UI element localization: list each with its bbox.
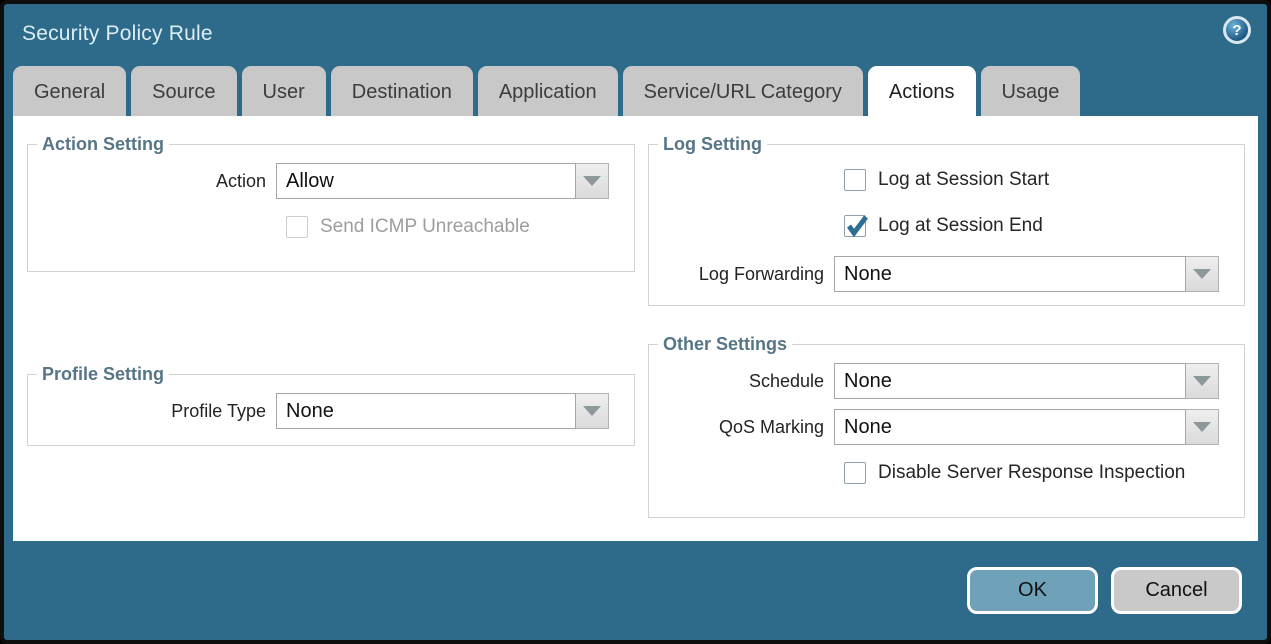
tab-panel-actions: Action Setting Action Allow Send ICMP Un… — [13, 116, 1258, 541]
other-settings-legend: Other Settings — [658, 334, 792, 355]
disable-server-response-inspection-label: Disable Server Response Inspection — [878, 462, 1185, 484]
other-settings-group: Other Settings Schedule None QoS Marking… — [648, 334, 1245, 518]
help-glyph: ? — [1232, 23, 1241, 38]
dsri-row: Disable Server Response Inspection — [844, 462, 1244, 484]
log-forwarding-dropdown-button[interactable] — [1186, 256, 1219, 292]
log-forwarding-row: Log Forwarding None — [649, 256, 1244, 292]
tab-usage[interactable]: Usage — [981, 66, 1081, 116]
dialog-footer: OK Cancel — [4, 541, 1267, 640]
disable-server-response-inspection-checkbox[interactable] — [844, 462, 866, 484]
schedule-label: Schedule — [649, 371, 834, 392]
action-dropdown-button[interactable] — [576, 163, 609, 199]
schedule-value: None — [834, 363, 1186, 399]
chevron-down-icon — [1193, 376, 1211, 386]
action-dropdown[interactable]: Allow — [276, 163, 609, 199]
help-icon[interactable]: ? — [1223, 16, 1251, 44]
profile-setting-group: Profile Setting Profile Type None — [27, 364, 635, 446]
qos-marking-dropdown[interactable]: None — [834, 409, 1219, 445]
log-at-session-end-checkbox[interactable] — [844, 215, 866, 237]
checkmark-icon — [845, 214, 869, 238]
profile-setting-legend: Profile Setting — [37, 364, 169, 385]
profile-type-value: None — [276, 393, 576, 429]
qos-marking-row: QoS Marking None — [649, 409, 1244, 445]
dialog-title: Security Policy Rule — [22, 22, 213, 46]
ok-button[interactable]: OK — [967, 567, 1098, 614]
profile-type-dropdown[interactable]: None — [276, 393, 609, 429]
security-policy-rule-dialog: Security Policy Rule ? General Source Us… — [0, 0, 1271, 644]
log-forwarding-label: Log Forwarding — [649, 264, 834, 285]
schedule-dropdown-button[interactable] — [1186, 363, 1219, 399]
qos-marking-value: None — [834, 409, 1186, 445]
tab-bar: General Source User Destination Applicat… — [4, 66, 1267, 116]
log-at-session-start-checkbox[interactable] — [844, 169, 866, 191]
log-setting-legend: Log Setting — [658, 134, 767, 155]
tab-general[interactable]: General — [13, 66, 126, 116]
title-bar: Security Policy Rule ? — [4, 4, 1267, 66]
schedule-dropdown[interactable]: None — [834, 363, 1219, 399]
action-value: Allow — [276, 163, 576, 199]
log-forwarding-dropdown[interactable]: None — [834, 256, 1219, 292]
schedule-row: Schedule None — [649, 363, 1244, 399]
tab-user[interactable]: User — [242, 66, 326, 116]
chevron-down-icon — [1193, 422, 1211, 432]
log-session-start-row: Log at Session Start — [844, 169, 1244, 191]
profile-type-row: Profile Type None — [28, 393, 634, 429]
tab-actions[interactable]: Actions — [868, 66, 976, 116]
cancel-button[interactable]: Cancel — [1111, 567, 1242, 614]
send-icmp-unreachable-checkbox[interactable] — [286, 216, 308, 238]
send-icmp-unreachable-label: Send ICMP Unreachable — [320, 216, 530, 238]
log-session-end-row: Log at Session End — [844, 215, 1244, 237]
log-setting-group: Log Setting Log at Session Start Log at … — [648, 134, 1245, 306]
log-at-session-start-label: Log at Session Start — [878, 169, 1049, 191]
tab-destination[interactable]: Destination — [331, 66, 473, 116]
qos-marking-label: QoS Marking — [649, 417, 834, 438]
qos-marking-dropdown-button[interactable] — [1186, 409, 1219, 445]
chevron-down-icon — [583, 176, 601, 186]
chevron-down-icon — [583, 406, 601, 416]
tab-service-url-category[interactable]: Service/URL Category — [623, 66, 863, 116]
chevron-down-icon — [1193, 269, 1211, 279]
tab-source[interactable]: Source — [131, 66, 236, 116]
tab-application[interactable]: Application — [478, 66, 618, 116]
log-forwarding-value: None — [834, 256, 1186, 292]
profile-type-dropdown-button[interactable] — [576, 393, 609, 429]
profile-type-label: Profile Type — [28, 401, 276, 422]
log-at-session-end-label: Log at Session End — [878, 215, 1043, 237]
action-setting-group: Action Setting Action Allow Send ICMP Un… — [27, 134, 635, 272]
action-label: Action — [28, 171, 276, 192]
action-setting-legend: Action Setting — [37, 134, 169, 155]
action-row: Action Allow — [28, 163, 634, 199]
send-icmp-row: Send ICMP Unreachable — [286, 216, 634, 238]
